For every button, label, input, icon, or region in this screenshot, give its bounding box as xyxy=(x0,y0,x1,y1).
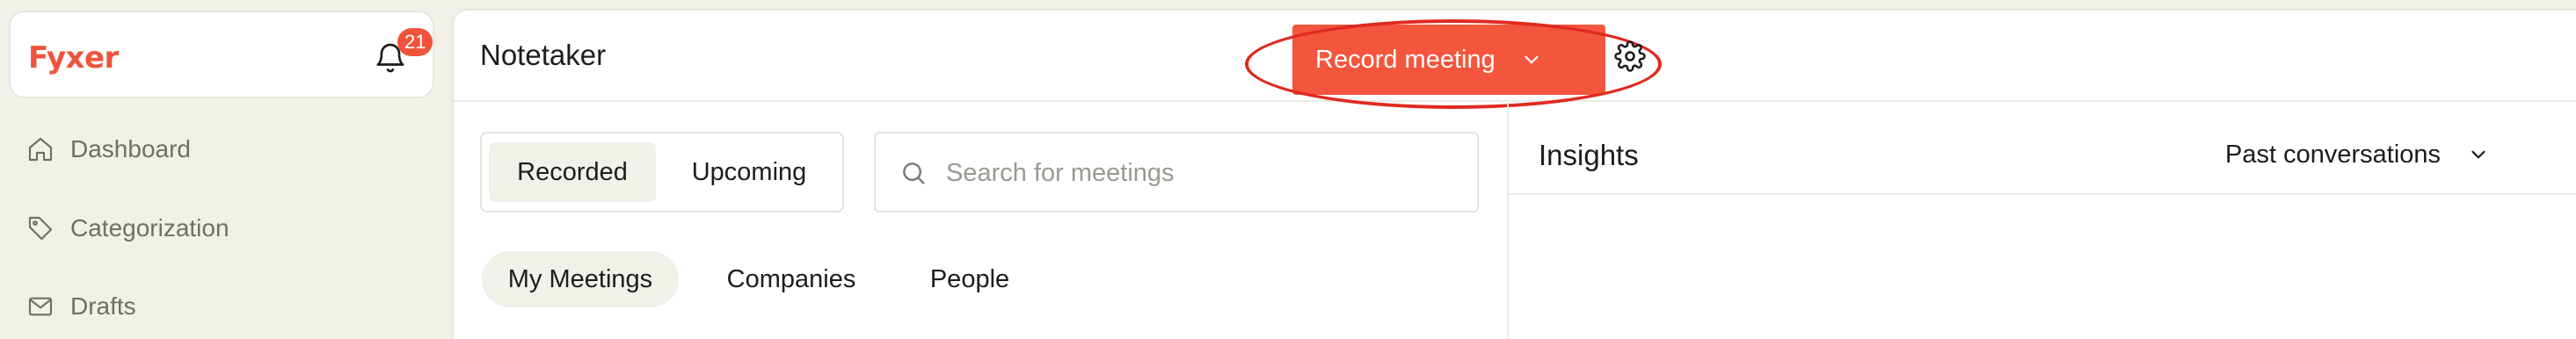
past-conversations-dropdown[interactable]: Past conversations xyxy=(2225,135,2490,174)
brand-card: Fyxer 21 xyxy=(9,11,434,98)
segment-upcoming[interactable]: Upcoming xyxy=(663,142,835,202)
sidebar-item-label: Dashboard xyxy=(70,135,191,162)
sidebar-item-categorization[interactable]: Categorization xyxy=(26,206,431,250)
fyxer-logo[interactable]: Fyxer xyxy=(28,40,119,76)
insights-title: Insights xyxy=(1539,139,1639,171)
chevron-down-icon xyxy=(1524,55,1539,64)
tab-my-meetings[interactable]: My Meetings xyxy=(482,251,679,307)
sidebar-item-label: Categorization xyxy=(70,214,229,242)
recorded-upcoming-toggle: Recorded Upcoming xyxy=(480,132,844,213)
tab-people[interactable]: People xyxy=(904,251,1036,307)
segment-recorded[interactable]: Recorded xyxy=(489,142,656,202)
dropdown-value: Past conversations xyxy=(2225,140,2441,169)
sidebar-item-drafts[interactable]: Drafts xyxy=(26,285,431,328)
tag-icon xyxy=(28,216,53,241)
record-meeting-button[interactable]: Record meeting xyxy=(1292,25,1605,95)
search-box xyxy=(874,132,1479,213)
tab-companies[interactable]: Companies xyxy=(698,251,884,307)
sidebar-item-dashboard[interactable]: Dashboard xyxy=(26,127,431,171)
notification-badge: 21 xyxy=(397,28,433,56)
sidebar-item-label: Drafts xyxy=(70,292,136,320)
insights-header: Insights Past conversations xyxy=(1509,102,2576,195)
chevron-down-icon xyxy=(2471,150,2485,159)
mail-icon xyxy=(28,297,53,316)
top-bar: Notetaker Record meeting xyxy=(454,11,2576,109)
main-panel: Notetaker Record meeting Recorded Upcomi… xyxy=(452,9,2576,339)
search-icon xyxy=(903,162,925,184)
page-title: Notetaker xyxy=(480,39,607,71)
record-meeting-label: Record meeting xyxy=(1315,45,1495,74)
gear-icon[interactable] xyxy=(1614,40,1646,72)
home-icon xyxy=(28,137,53,162)
sidebar: Fyxer 21 Dashboard Categorization Drafts xyxy=(0,0,450,339)
search-input[interactable] xyxy=(946,151,1465,195)
